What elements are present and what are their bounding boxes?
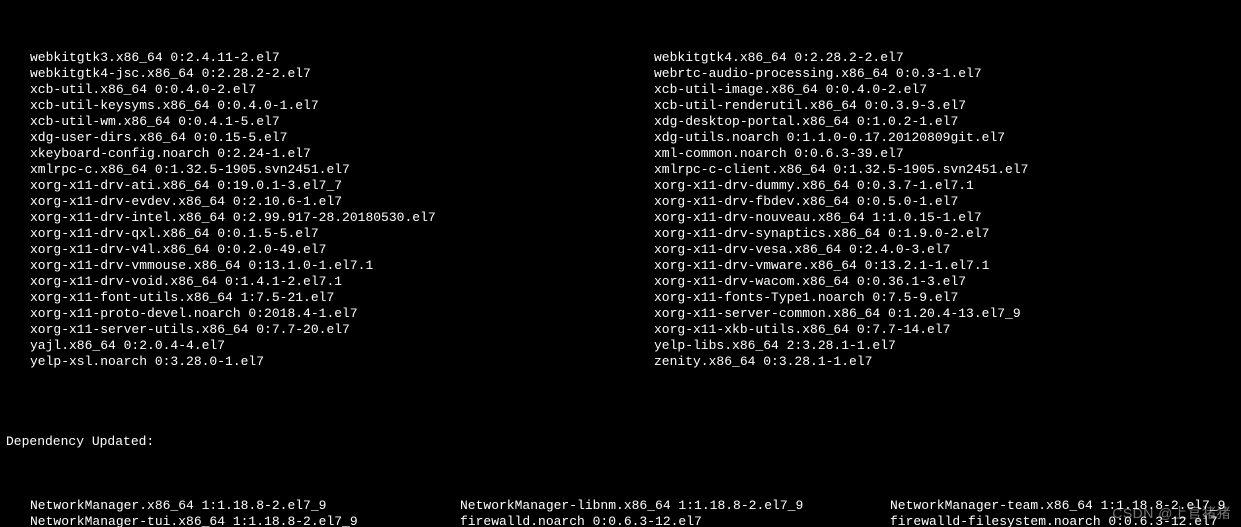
dependency-column-1: NetworkManager.x86_64 1:1.18.8-2.el7_9 N… (30, 498, 460, 527)
watermark: CSDN @上官猪猪 (1112, 505, 1231, 521)
dependency-column-2: NetworkManager-libnm.x86_64 1:1.18.8-2.e… (460, 498, 890, 527)
package-list: webkitgtk3.x86_64 0:2.4.11-2.el7 webkitg… (6, 50, 1235, 370)
package-column-right: webkitgtk4.x86_64 0:2.28.2-2.el7 webrtc-… (654, 50, 1235, 370)
dependency-list: NetworkManager.x86_64 1:1.18.8-2.el7_9 N… (6, 498, 1235, 527)
terminal-output: webkitgtk3.x86_64 0:2.4.11-2.el7 webkitg… (0, 0, 1241, 527)
dependency-updated-header: Dependency Updated: (6, 434, 1235, 450)
package-column-left: webkitgtk3.x86_64 0:2.4.11-2.el7 webkitg… (6, 50, 654, 370)
